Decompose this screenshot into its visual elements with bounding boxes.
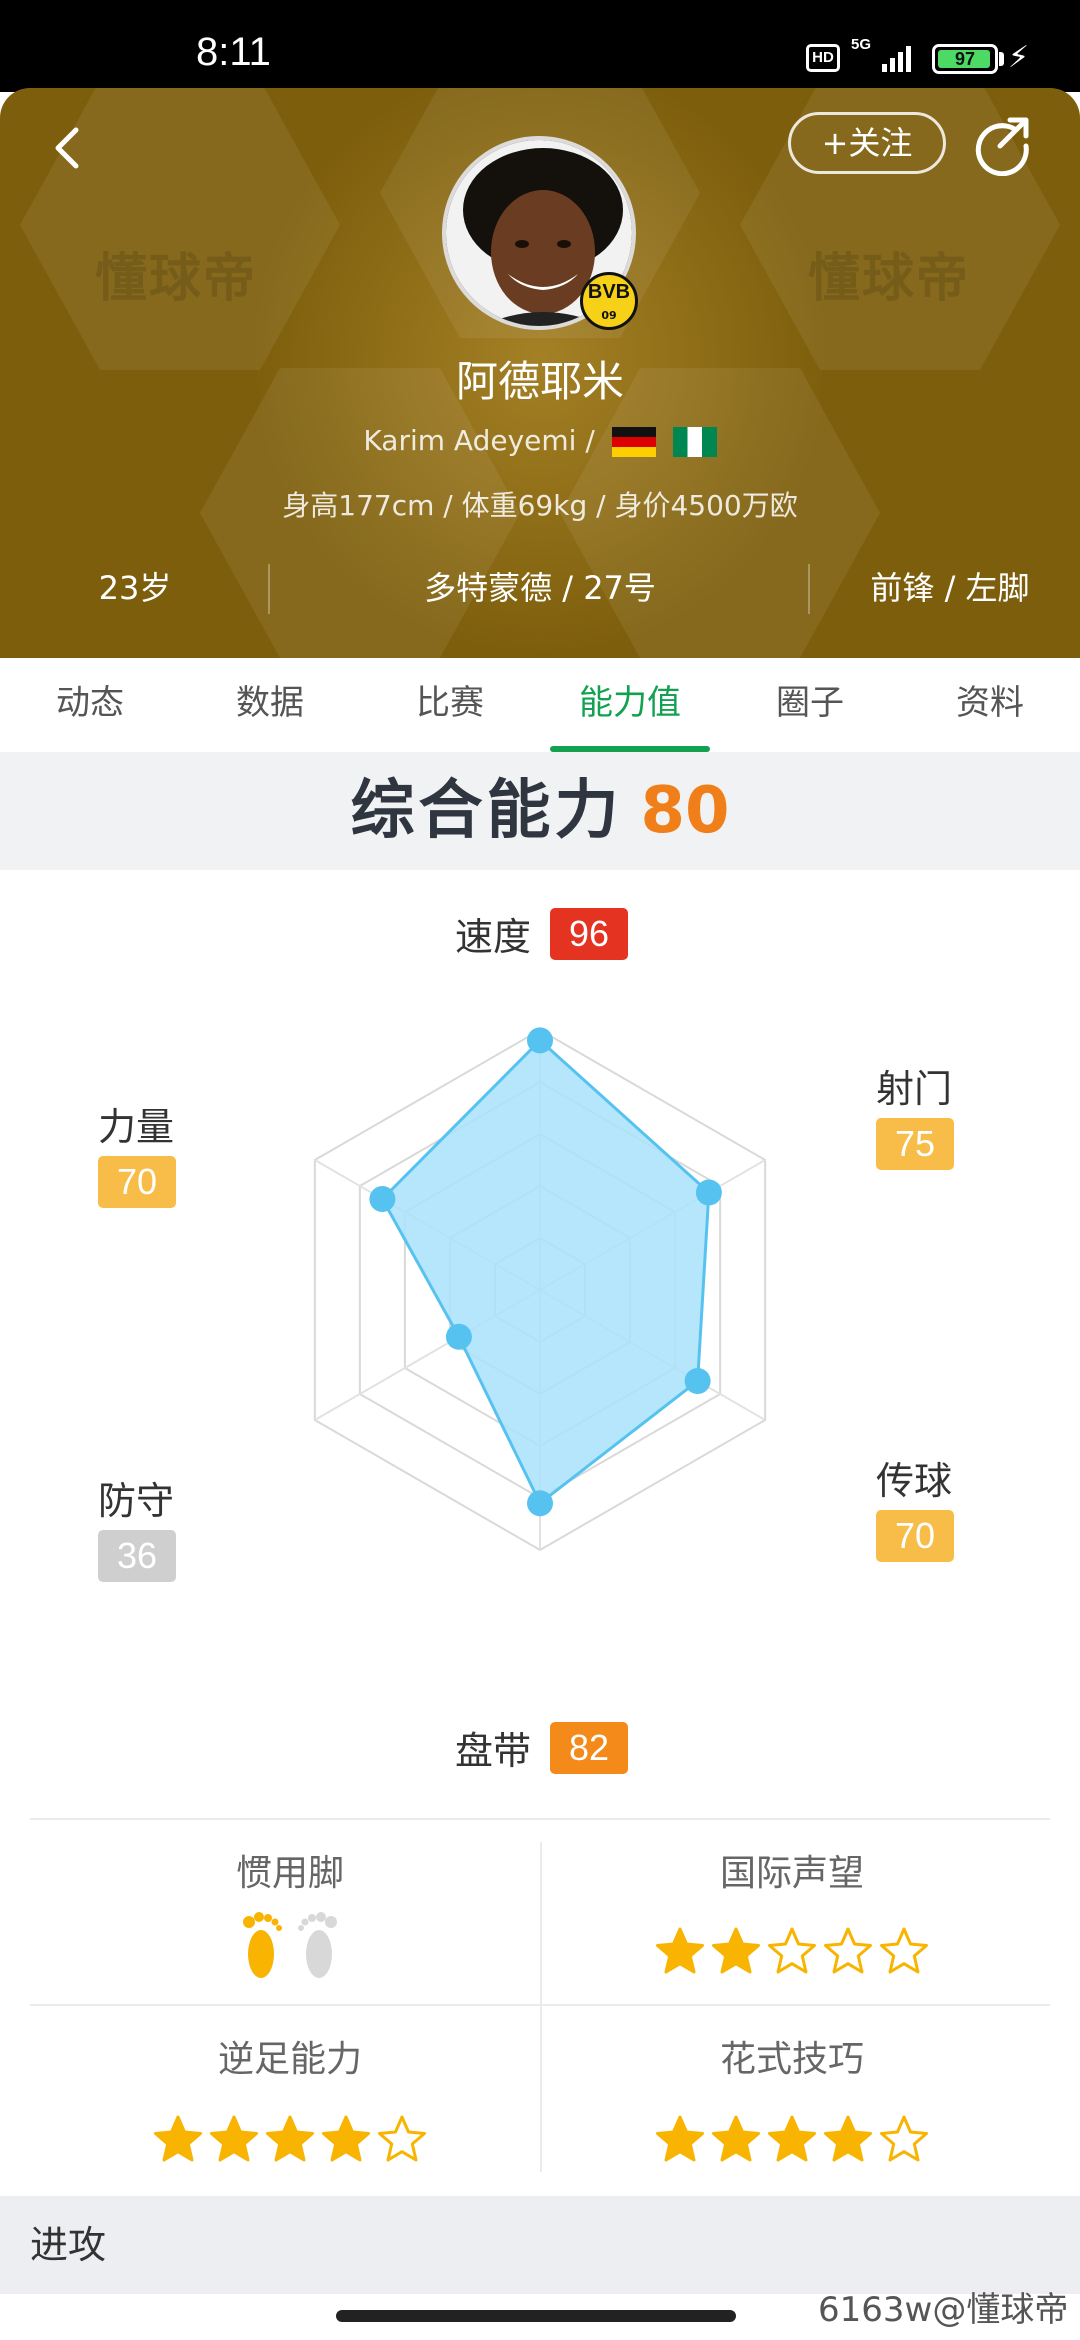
player-header: 懂球帝 懂球帝 +关注 BVB 09 阿德耶米 Karim Adeyemi / — [0, 88, 1080, 658]
player-name-en: Karim Adeyemi / — [363, 424, 595, 457]
hd-icon: HD — [806, 44, 840, 72]
star-empty-icon — [378, 2115, 426, 2162]
trait-title-preferred-foot: 惯用脚 — [235, 1853, 344, 1894]
watermark: 懂球帝 — [95, 249, 258, 309]
watermark: 懂球帝 — [808, 249, 971, 309]
stat-badge-defending: 36 — [98, 1530, 176, 1582]
star-filled-icon — [322, 2115, 370, 2162]
signal-icon — [882, 46, 911, 72]
tab-ability[interactable]: 能力值 — [540, 658, 720, 752]
player-info-row: 23岁 多特蒙德 / 27号 前锋 / 左脚 — [0, 558, 1080, 618]
club-badge-text: BVB — [587, 281, 631, 303]
star-empty-icon — [768, 1927, 816, 1974]
radar-point-passing — [684, 1368, 711, 1394]
stat-badge-dribbling: 82 — [550, 1722, 628, 1774]
stat-badge-speed: 96 — [550, 908, 628, 960]
player-name-en-row: Karim Adeyemi / — [0, 424, 1080, 457]
status-bar: 8:11 HD 5G 97 ⚡ — [0, 0, 1080, 92]
share-icon — [975, 117, 1029, 177]
back-button[interactable] — [42, 118, 92, 178]
trait-title-reputation: 国际声望 — [719, 1853, 864, 1894]
radar-point-speed — [527, 1027, 553, 1054]
battery-level: 97 — [954, 49, 976, 69]
radar-point-dribbling — [527, 1490, 553, 1517]
divider — [30, 1818, 1050, 1820]
follow-button[interactable]: +关注 — [788, 112, 946, 174]
tab-bar: 动态 数据 比赛 能力值 圈子 资料 — [0, 658, 1080, 752]
stat-label-speed: 速度 — [455, 915, 532, 959]
radar-point-defending — [445, 1323, 472, 1350]
overall-ability: 综合能力 80 — [0, 752, 1080, 870]
star-filled-icon — [656, 1927, 704, 1974]
chevron-left-icon — [55, 127, 79, 169]
star-filled-icon — [210, 2115, 258, 2162]
star-filled-icon — [154, 2115, 202, 2162]
player-age: 23岁 — [98, 569, 172, 607]
network-type: 5G — [851, 36, 872, 53]
player-club-number: 多特蒙德 / 27号 — [424, 569, 656, 607]
star-filled-icon — [768, 2115, 816, 2162]
nigeria-flag-icon — [672, 427, 717, 457]
left-foot-icon — [243, 1912, 283, 1978]
tab-profile[interactable]: 资料 — [900, 658, 1080, 752]
attack-section-title: 进攻 — [30, 2223, 107, 2267]
star-filled-icon — [712, 1927, 760, 1974]
radar-value-area — [380, 1038, 711, 1506]
club-badge-year: 09 — [601, 309, 617, 322]
star-filled-icon — [656, 2115, 704, 2162]
preferred-foot-icons — [20, 1910, 560, 1986]
star-filled-icon — [712, 2115, 760, 2162]
stat-badge-passing: 70 — [876, 1510, 954, 1562]
stat-label-passing: 传球 — [876, 1459, 953, 1503]
club-badge-icon: BVB 09 — [580, 272, 638, 330]
weak-foot-stars — [20, 2114, 560, 2168]
stat-label-defending: 防守 — [98, 1479, 175, 1523]
skill-moves-stars — [522, 2114, 1062, 2168]
home-indicator[interactable] — [336, 2310, 736, 2322]
tab-matches[interactable]: 比赛 — [360, 658, 540, 752]
radar-point-shooting — [695, 1179, 722, 1206]
credit-text: 6163w@懂球帝 — [818, 2290, 1069, 2330]
ability-radar-chart: 速度 96 射门 75 传球 70 盘带 82 防守 36 力量 70 — [0, 870, 1080, 1790]
attack-section-header[interactable]: 进攻 — [0, 2196, 1080, 2294]
overall-ability-score: 80 — [640, 774, 730, 848]
star-empty-icon — [824, 1927, 872, 1974]
status-time: 8:11 — [196, 30, 271, 74]
tab-data[interactable]: 数据 — [180, 658, 360, 752]
tab-circle[interactable]: 圈子 — [720, 658, 900, 752]
battery-tip — [999, 52, 1004, 66]
divider — [30, 2004, 1050, 2006]
stat-label-shooting: 射门 — [876, 1067, 953, 1111]
battery-icon: 97 — [932, 44, 998, 74]
germany-flag-icon — [611, 427, 656, 457]
stat-label-dribbling: 盘带 — [455, 1729, 532, 1773]
right-foot-icon — [297, 1912, 337, 1978]
star-filled-icon — [266, 2115, 314, 2162]
radar-point-physical — [369, 1186, 396, 1212]
divider — [808, 564, 810, 614]
share-button[interactable] — [970, 112, 1034, 177]
trait-title-weak-foot: 逆足能力 — [217, 2039, 362, 2080]
radar-svg — [313, 1027, 767, 1552]
trait-title-skill-moves: 花式技巧 — [719, 2039, 864, 2080]
player-position-foot: 前锋 / 左脚 — [870, 569, 1030, 607]
stat-label-physical: 力量 — [98, 1105, 175, 1149]
star-empty-icon — [880, 1927, 928, 1974]
star-filled-icon — [824, 2115, 872, 2162]
stat-badge-shooting: 75 — [876, 1118, 954, 1170]
player-bio: 身高177cm / 体重69kg / 身价4500万欧 — [282, 489, 798, 522]
divider — [268, 564, 270, 614]
charging-icon: ⚡ — [1008, 40, 1030, 75]
star-empty-icon — [880, 2115, 928, 2162]
reputation-stars — [522, 1926, 1062, 1980]
stat-badge-physical: 70 — [98, 1156, 176, 1208]
tab-feed[interactable]: 动态 — [0, 658, 180, 752]
overall-ability-title: 综合能力 — [350, 774, 623, 848]
player-name-cn: 阿德耶米 — [455, 357, 624, 406]
